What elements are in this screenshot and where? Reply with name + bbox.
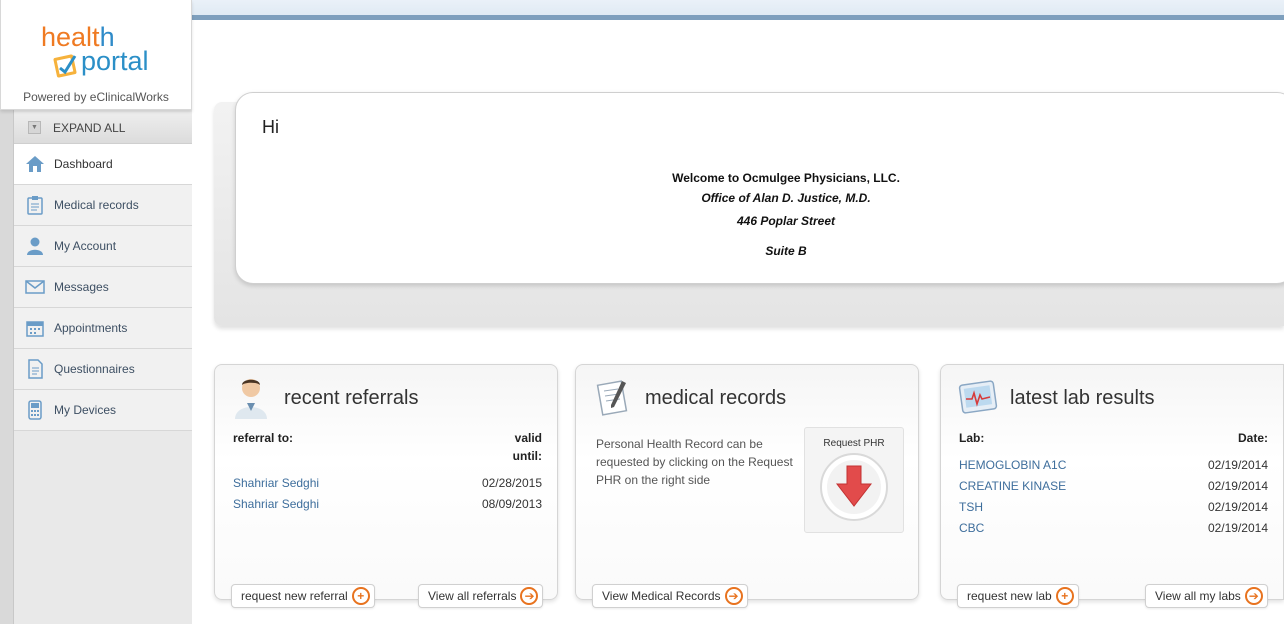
view-medical-records-button[interactable]: View Medical Records ➔ <box>592 584 748 608</box>
greeting: Hi <box>262 117 279 137</box>
logo-portal-text: portal <box>81 46 149 76</box>
sidebar-item-label: My Account <box>54 239 117 253</box>
arrow-circle-icon: ➔ <box>520 587 539 605</box>
sidebar-item-my-account[interactable]: My Account <box>14 226 192 267</box>
lab-date: 02/19/2014 <box>1207 458 1268 472</box>
view-medical-records-label: View Medical Records <box>602 589 721 603</box>
request-new-lab-label: request new lab <box>967 589 1052 603</box>
user-icon <box>24 235 46 257</box>
referrals-title: recent referrals <box>284 387 419 409</box>
view-all-referrals-label: View all referrals <box>428 589 517 603</box>
medical-records-card: medical records Personal Health Record c… <box>575 364 919 600</box>
phr-description: Personal Health Record can be requested … <box>596 437 793 487</box>
sidebar-item-appointments[interactable]: Appointments <box>14 308 192 349</box>
sidebar-item-my-devices[interactable]: My Devices <box>14 390 192 431</box>
plus-circle-icon: + <box>351 587 370 605</box>
clipboard-pen-icon <box>596 380 628 416</box>
sidebar-item-questionnaires[interactable]: Questionnaires <box>14 349 192 390</box>
referrals-card: recent referrals referral to: valid unti… <box>214 364 558 600</box>
doctor-icon <box>235 379 267 419</box>
request-phr-label: Request PHR <box>823 438 885 449</box>
view-all-labs-button[interactable]: View all my labs ➔ <box>1145 584 1268 608</box>
lab-date: 02/19/2014 <box>1207 479 1268 493</box>
chevron-down-icon: ▼ <box>28 121 41 134</box>
top-header-bar <box>192 0 1284 20</box>
lab-link[interactable]: HEMOGLOBIN A1C <box>959 458 1066 472</box>
lab-link[interactable]: CREATINE KINASE <box>959 479 1066 493</box>
sidebar-item-label: Dashboard <box>54 157 113 171</box>
request-new-referral-button[interactable]: request new referral + <box>231 584 375 608</box>
sidebar-item-label: Questionnaires <box>54 362 135 376</box>
referral-link[interactable]: Shahriar Sedghi <box>233 497 319 511</box>
request-new-lab-button[interactable]: request new lab + <box>957 584 1079 608</box>
clipboard-icon <box>24 194 46 216</box>
arrow-circle-icon: ➔ <box>1244 587 1263 605</box>
request-phr-button[interactable]: Request PHR <box>804 427 904 533</box>
sidebar-item-medical-records[interactable]: Medical records <box>14 185 192 226</box>
date-header: Date: <box>1237 431 1268 445</box>
welcome-street: 446 Poplar Street <box>736 214 836 228</box>
lab-date: 02/19/2014 <box>1207 521 1268 535</box>
logo-mark-icon <box>53 54 77 78</box>
lab-date: 02/19/2014 <box>1207 500 1268 514</box>
download-arrow-icon <box>820 453 888 521</box>
arrow-circle-icon: ➔ <box>724 587 743 605</box>
expand-all-label: EXPAND ALL <box>53 120 126 135</box>
document-icon <box>24 358 46 380</box>
lab-link[interactable]: CBC <box>959 521 984 535</box>
welcome-panel: Hi Welcome to Ocmulgee Physicians, LLC. … <box>235 92 1284 284</box>
referral-date: 08/09/2013 <box>481 497 542 511</box>
logo[interactable]: health portal Powered by eClinicalWorks <box>0 0 192 110</box>
sidebar-nav: Dashboard Medical records My Account Mes… <box>14 144 192 431</box>
powered-by-text: Powered by eClinicalWorks <box>23 90 169 104</box>
sidebar-edge <box>0 110 14 624</box>
home-icon <box>24 153 46 175</box>
welcome-suite: Suite B <box>765 244 807 258</box>
referral-date: 02/28/2015 <box>481 476 542 490</box>
until-header: until: <box>512 449 542 463</box>
sidebar-item-label: Medical records <box>54 198 139 212</box>
lab-header: Lab: <box>959 431 985 445</box>
welcome-office: Office of Alan D. Justice, M.D. <box>701 191 871 205</box>
view-all-referrals-button[interactable]: View all referrals ➔ <box>418 584 544 608</box>
sidebar-item-dashboard[interactable]: Dashboard <box>14 144 192 185</box>
sidebar-item-messages[interactable]: Messages <box>14 267 192 308</box>
sidebar-item-label: Messages <box>54 280 109 294</box>
valid-header: valid <box>514 431 542 445</box>
welcome-practice-name: Welcome to Ocmulgee Physicians, LLC. <box>672 171 900 185</box>
referral-link[interactable]: Shahriar Sedghi <box>233 476 319 490</box>
envelope-icon <box>24 276 46 298</box>
sidebar-item-label: Appointments <box>54 321 128 335</box>
lab-results-card: latest lab results Lab: Date: HEMOGLOBIN… <box>940 364 1284 600</box>
plus-circle-icon: + <box>1055 587 1074 605</box>
sidebar: health portal Powered by eClinicalWorks … <box>0 0 192 624</box>
lab-results-title: latest lab results <box>1010 387 1155 409</box>
medical-records-title: medical records <box>645 387 787 409</box>
expand-all-button[interactable]: ▼ EXPAND ALL <box>14 112 192 144</box>
view-all-labs-label: View all my labs <box>1155 589 1241 603</box>
lab-monitor-icon <box>958 380 998 414</box>
calendar-icon <box>24 317 46 339</box>
referral-to-header: referral to: <box>233 431 294 445</box>
device-icon <box>24 399 46 421</box>
lab-link[interactable]: TSH <box>959 500 983 514</box>
request-new-referral-label: request new referral <box>241 589 348 603</box>
sidebar-item-label: My Devices <box>54 403 117 417</box>
